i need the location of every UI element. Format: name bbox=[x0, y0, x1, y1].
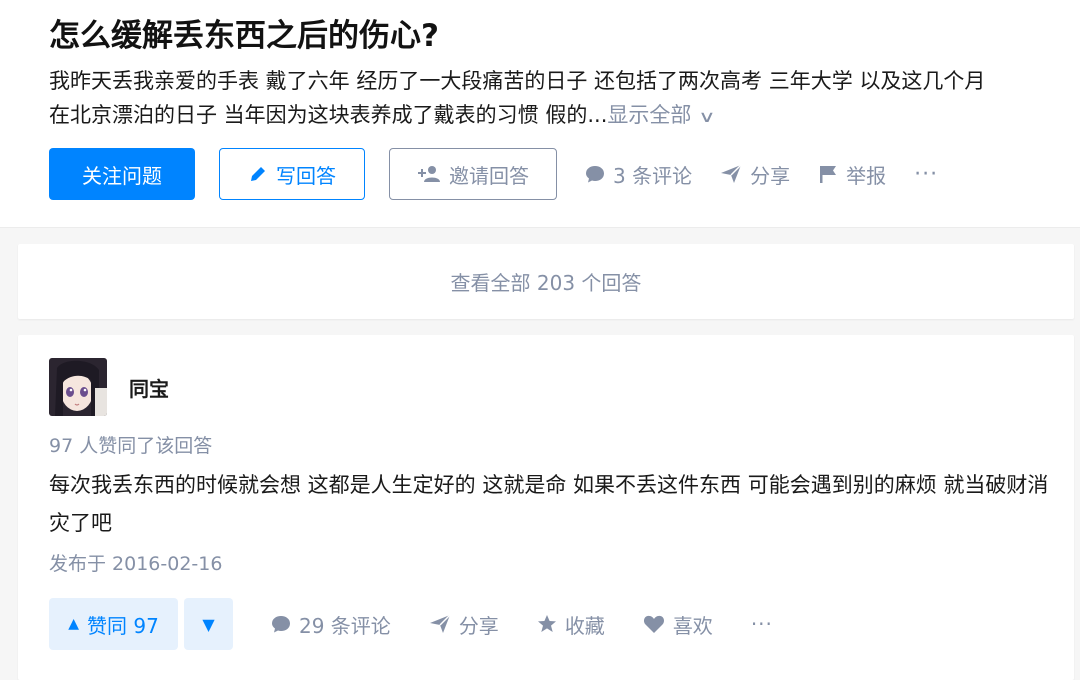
answer-content: 每次我丢东西的时候就会想 这都是人生定好的 这就是命 如果不丢这件东西 可能会遇… bbox=[49, 473, 1049, 535]
show-all-link[interactable]: 显示全部 bbox=[607, 103, 691, 127]
answer-more-button[interactable]: ··· bbox=[751, 612, 773, 636]
collect-button[interactable]: 收藏 bbox=[537, 610, 605, 639]
like-label: 喜欢 bbox=[672, 613, 713, 638]
triangle-down-icon: ▼ bbox=[202, 614, 215, 634]
write-answer-button[interactable]: 写回答 bbox=[219, 148, 365, 200]
invite-answer-button[interactable]: 邀请回答 bbox=[389, 148, 557, 200]
question-more-button[interactable]: ··· bbox=[914, 162, 938, 187]
question-actions: 关注问题 写回答 邀请回答 3 条评论 分享 举报 ··· bbox=[49, 148, 1031, 200]
star-icon bbox=[537, 615, 556, 632]
avatar[interactable] bbox=[49, 358, 107, 416]
avatar-image bbox=[49, 358, 107, 416]
collect-label: 收藏 bbox=[564, 613, 605, 638]
flag-icon bbox=[820, 166, 837, 183]
chevron-down-icon[interactable]: ∨ bbox=[698, 100, 716, 134]
invite-answer-label: 邀请回答 bbox=[449, 163, 529, 188]
like-button[interactable]: 喜欢 bbox=[643, 610, 713, 639]
question-card: 怎么缓解丢东西之后的伤心? 我昨天丢我亲爱的手表 戴了六年 经历了一大段痛苦的日… bbox=[0, 0, 1080, 228]
report-button[interactable]: 举报 bbox=[818, 160, 886, 189]
comment-icon bbox=[586, 166, 604, 183]
downvote-button[interactable]: ▼ bbox=[184, 598, 233, 650]
publish-date[interactable]: 发布于 2016-02-16 bbox=[49, 550, 1043, 578]
answer-share-button[interactable]: 分享 bbox=[429, 610, 499, 639]
question-share-button[interactable]: 分享 bbox=[720, 160, 790, 189]
follow-question-button[interactable]: 关注问题 bbox=[49, 148, 195, 200]
upvote-label: 赞同 97 bbox=[86, 613, 159, 638]
comment-icon bbox=[272, 616, 290, 633]
pencil-icon bbox=[251, 167, 265, 181]
answer-comments-button[interactable]: 29 条评论 bbox=[271, 610, 391, 639]
add-user-icon bbox=[418, 166, 440, 182]
author-name[interactable]: 同宝 bbox=[129, 373, 169, 402]
view-all-answers-button[interactable]: 查看全部 203 个回答 bbox=[18, 244, 1074, 319]
write-answer-label: 写回答 bbox=[276, 163, 336, 188]
question-share-label: 分享 bbox=[750, 163, 791, 188]
answer-actions: ▲ 赞同 97 ▼ 29 条评论 分享 收藏 喜欢 ··· bbox=[49, 598, 1043, 650]
question-title[interactable]: 怎么缓解丢东西之后的伤心? bbox=[49, 14, 1031, 58]
question-comments-label: 3 条评论 bbox=[613, 163, 693, 188]
triangle-up-icon: ▲ bbox=[68, 616, 79, 632]
question-detail-line2-wrap: 在北京漂泊的日子 当年因为这块表养成了戴表的习惯 假的...显示全部 ∨ bbox=[49, 98, 1059, 134]
follow-question-label: 关注问题 bbox=[82, 163, 162, 188]
question-comments-button[interactable]: 3 条评论 bbox=[585, 160, 692, 189]
upvote-button[interactable]: ▲ 赞同 97 bbox=[49, 598, 178, 650]
answer-card: 同宝 97 人赞同了该回答 每次我丢东西的时候就会想 这都是人生定好的 这就是命… bbox=[18, 335, 1074, 680]
question-detail-line2: 在北京漂泊的日子 当年因为这块表养成了戴表的习惯 假的... bbox=[49, 103, 608, 127]
answer-comments-label: 29 条评论 bbox=[299, 613, 391, 638]
answer-author: 同宝 bbox=[49, 358, 1043, 416]
answer-share-label: 分享 bbox=[458, 613, 499, 638]
question-detail: 我昨天丢我亲爱的手表 戴了六年 经历了一大段痛苦的日子 还包括了两次高考 三年大… bbox=[49, 64, 1059, 134]
report-label: 举报 bbox=[846, 163, 887, 188]
heart-icon bbox=[643, 615, 664, 633]
upvote-count-note: 97 人赞同了该回答 bbox=[49, 435, 213, 457]
paper-plane-icon bbox=[429, 614, 451, 633]
paper-plane-icon bbox=[721, 164, 742, 183]
question-detail-line1: 我昨天丢我亲爱的手表 戴了六年 经历了一大段痛苦的日子 还包括了两次高考 三年大… bbox=[49, 69, 986, 93]
